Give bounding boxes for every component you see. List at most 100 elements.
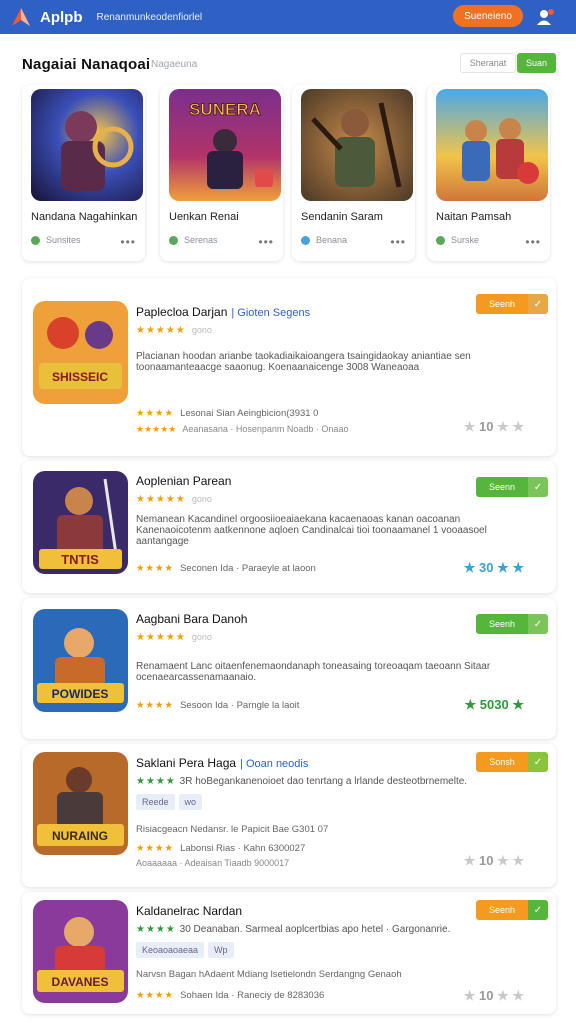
app-brand[interactable]: Aplpb bbox=[40, 9, 83, 26]
tag[interactable]: Reede bbox=[136, 794, 175, 810]
more-icon[interactable]: ••• bbox=[258, 235, 274, 249]
top-action-button[interactable]: Sueneieno bbox=[453, 5, 523, 27]
star-rating: ★★★★ 3R hoBegankanenoioet dao tenrtang a… bbox=[136, 776, 468, 787]
list-item[interactable]: POWIDES Aagbani Bara Danoh ★★★★★ gono Ren… bbox=[22, 598, 556, 739]
item-action-button[interactable]: Seenh ✓ bbox=[476, 294, 548, 314]
item-title-text: Aagbani Bara Danoh bbox=[136, 612, 248, 626]
action-label: Seenn bbox=[476, 477, 528, 497]
check-icon: ✓ bbox=[528, 900, 548, 920]
section-subtitle: Nagaeuna bbox=[151, 59, 198, 70]
list-item[interactable]: NURAING Saklani Pera Haga | Ooan neodis ★… bbox=[22, 744, 556, 887]
thumbnail-title: SHISSEIC bbox=[52, 370, 108, 384]
action-label: Sonsh bbox=[476, 752, 528, 772]
section-title: Nagaiai Nanaqoai bbox=[22, 56, 151, 73]
rating-label: gono bbox=[191, 632, 212, 642]
star-rating: ★★★★ 30 Deanaban. Sarmeal aoplcertbias a… bbox=[136, 924, 451, 935]
item-title-text: Aoplenian Parean bbox=[136, 474, 232, 488]
tag[interactable]: wo bbox=[178, 794, 203, 810]
more-icon[interactable]: ••• bbox=[120, 235, 136, 249]
item-meta-text: Seconen Ida · Paraeyle at laoon bbox=[180, 563, 316, 574]
game-status: Sunsites bbox=[31, 235, 81, 245]
item-meta-text: Narvsn Bagan hAdaent Mdiang lsetielondn … bbox=[136, 969, 402, 980]
app-logo-icon[interactable] bbox=[10, 6, 32, 28]
search-input[interactable]: Sheranat bbox=[460, 53, 516, 73]
list-item[interactable]: DAVANES Kaldanelrac Nardan ★★★★ 30 Deana… bbox=[22, 892, 556, 1014]
rating-label: gono bbox=[191, 325, 212, 335]
more-icon[interactable]: ••• bbox=[390, 235, 406, 249]
status-label: Serenas bbox=[184, 235, 218, 245]
game-status: Surske bbox=[436, 235, 479, 245]
check-icon: ✓ bbox=[528, 477, 548, 497]
score-value: 10 bbox=[478, 419, 494, 434]
star-rating: ★★★★★ gono bbox=[136, 325, 212, 336]
action-label: Seenh bbox=[476, 294, 528, 314]
item-meta-secondary: ★★★★★ Aeanasana · Hosenpanm Noadb · Onaao bbox=[136, 424, 349, 434]
game-thumbnail-image: SHISSEIC bbox=[33, 301, 128, 404]
score-value: 5030 bbox=[479, 697, 509, 712]
item-title-text: Paplecloa Darjan bbox=[136, 305, 228, 319]
item-description: 3R hoBegankanenoioet dao tenrtang a lrla… bbox=[179, 776, 468, 787]
list-item[interactable]: SHISSEIC Paplecloa Darjan | Gioten Segens… bbox=[22, 278, 556, 456]
thumbnail-title: NURAING bbox=[52, 829, 108, 843]
item-description: Nemanean Kacandinel orgoosiioeaiaekana k… bbox=[136, 514, 487, 547]
item-meta: ★★★★ Lesonai Sian Aeingbicion(3931 0 bbox=[136, 408, 319, 419]
item-description: Renamaent Lanc oitaenfenemaondanaph tone… bbox=[136, 661, 491, 683]
more-icon[interactable]: ••• bbox=[525, 235, 541, 249]
item-meta-text: Labonsi Rias · Kahn 6300027 bbox=[180, 843, 306, 854]
list-item[interactable]: TNTIS Aoplenian Parean ★★★★★ gono Nemanea… bbox=[22, 461, 556, 593]
status-label: Sunsites bbox=[46, 235, 81, 245]
section-action-button[interactable]: Suan bbox=[517, 53, 556, 73]
action-label: Seenh bbox=[476, 614, 528, 634]
item-title[interactable]: Aagbani Bara Danoh bbox=[136, 612, 247, 626]
item-action-button[interactable]: Sonsh ✓ bbox=[476, 752, 548, 772]
main-content: Nagaiai Nanaqoai Nagaeuna Sheranat Suan … bbox=[0, 34, 576, 1024]
score-value: 30 bbox=[478, 560, 494, 575]
status-dot-icon bbox=[169, 235, 178, 245]
item-title[interactable]: Saklani Pera Haga | Ooan neodis bbox=[136, 756, 308, 770]
featured-card[interactable]: Sendanin Saram Benana ••• bbox=[292, 85, 415, 261]
score-rating: ★ 10 ★ ★ bbox=[463, 988, 524, 1003]
featured-card[interactable]: SUNERA Uenkan Renai Serenas ••• bbox=[160, 85, 283, 261]
status-label: Benana bbox=[316, 235, 348, 245]
status-label: Surske bbox=[451, 235, 480, 245]
item-action-button[interactable]: Seenn ✓ bbox=[476, 477, 548, 497]
item-action-button[interactable]: Seenh ✓ bbox=[476, 614, 548, 634]
item-title[interactable]: Aoplenian Parean bbox=[136, 474, 231, 488]
game-name: Uenkan Renai bbox=[169, 211, 239, 223]
item-action-button[interactable]: Seenh ✓ bbox=[476, 900, 548, 920]
rating-label: gono bbox=[191, 494, 212, 504]
item-meta-text: Sohaen Ida · Raneciy de 8283036 bbox=[180, 990, 325, 1001]
user-account-icon[interactable] bbox=[535, 7, 555, 27]
star-rating: ★★★★★ gono bbox=[136, 494, 212, 505]
item-title[interactable]: Paplecloa Darjan | Gioten Segens bbox=[136, 305, 310, 319]
game-name: Nandana Nagahinkan bbox=[31, 211, 138, 223]
game-status: Benana bbox=[301, 235, 347, 245]
score-rating: ★ 5030 ★ bbox=[464, 697, 524, 712]
status-dot-icon bbox=[301, 235, 310, 245]
top-bar: Aplpb Renanmunkeodenfiorlel Sueneieno bbox=[0, 0, 576, 34]
score-rating: ★ 10 ★ ★ bbox=[463, 853, 524, 868]
score-value: 10 bbox=[478, 988, 494, 1003]
item-title[interactable]: Kaldanelrac Nardan bbox=[136, 904, 242, 918]
tag-list: Keoaoaoaeaa Wp bbox=[136, 942, 234, 958]
item-meta: Risiacgeacn Nedansr. le Papicit Bae G301… bbox=[136, 824, 328, 835]
thumbnail-title: DAVANES bbox=[52, 975, 109, 989]
app-tagline: Renanmunkeodenfiorlel bbox=[96, 11, 203, 23]
item-meta: ★★★★ Sesoon Ida · Parngle la laoit bbox=[136, 700, 300, 711]
item-meta: ★★★★ Seconen Ida · Paraeyle at laoon bbox=[136, 563, 316, 574]
status-dot-icon bbox=[436, 235, 445, 245]
featured-card[interactable]: Naitan Pamsah Surske ••• bbox=[427, 85, 550, 261]
game-thumbnail-image: TNTIS bbox=[33, 471, 128, 574]
item-subtitle: | Ooan neodis bbox=[240, 758, 309, 770]
game-name: Sendanin Saram bbox=[301, 211, 383, 223]
item-title-text: Kaldanelrac Nardan bbox=[136, 904, 243, 918]
tag[interactable]: Wp bbox=[208, 942, 234, 958]
art-title: SUNERA bbox=[189, 100, 261, 119]
featured-card[interactable]: Nandana Nagahinkan Sunsites ••• bbox=[22, 85, 145, 261]
action-label: Seenh bbox=[476, 900, 528, 920]
item-meta-secondary: Aoaaaaaa · Adeaisan Tiaadb 9000017 bbox=[136, 858, 289, 868]
tag[interactable]: Keoaoaoaeaa bbox=[136, 942, 205, 958]
game-art-image: SUNERA bbox=[169, 89, 281, 201]
item-meta-text: Risiacgeacn Nedansr. le Papicit Bae G301… bbox=[136, 824, 329, 835]
check-icon: ✓ bbox=[528, 614, 548, 634]
